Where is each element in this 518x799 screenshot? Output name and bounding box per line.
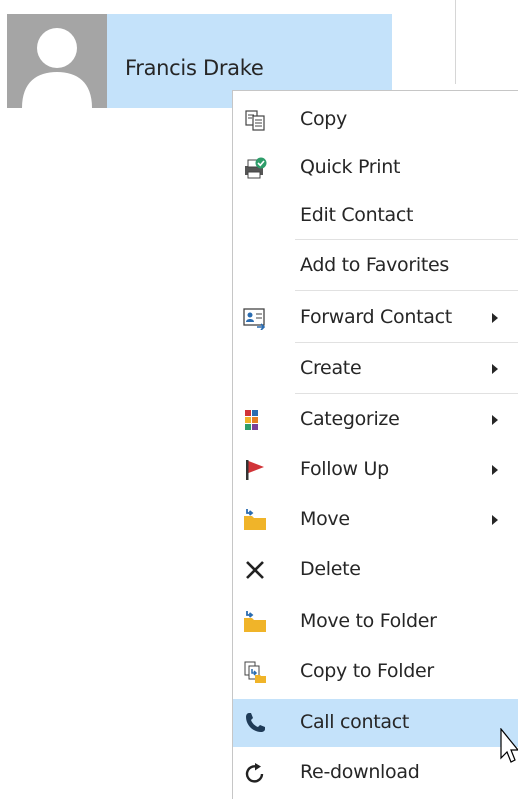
menu-item-re-download[interactable]: Re-download: [233, 749, 518, 797]
menu-item-label: Re-download: [300, 761, 420, 783]
menu-item-label: Forward Contact: [300, 306, 452, 328]
copy-folder-icon: [243, 660, 267, 684]
mouse-cursor-icon: [500, 728, 518, 763]
move-folder-icon: [243, 508, 267, 532]
categorize-icon: [243, 408, 267, 432]
menu-item-add-to-favorites[interactable]: Add to Favorites: [233, 242, 518, 290]
avatar: [7, 14, 107, 108]
menu-item-label: Follow Up: [300, 458, 389, 480]
submenu-arrow-icon: [492, 465, 498, 475]
menu-separator: [295, 239, 518, 240]
menu-item-copy[interactable]: Copy: [233, 96, 518, 144]
menu-item-create[interactable]: Create: [233, 345, 518, 393]
refresh-icon: [243, 761, 267, 785]
menu-separator: [295, 290, 518, 291]
menu-item-edit-contact[interactable]: Edit Contact: [233, 192, 518, 240]
menu-separator: [295, 393, 518, 394]
menu-item-categorize[interactable]: Categorize: [233, 396, 518, 444]
context-menu: Copy Quick Print Edit Contact Add to Fav…: [232, 90, 518, 799]
submenu-arrow-icon: [492, 364, 498, 374]
contact-name: Francis Drake: [125, 56, 264, 80]
move-folder-icon: [243, 610, 267, 634]
menu-separator: [295, 342, 518, 343]
divider: [455, 0, 456, 84]
menu-item-label: Move: [300, 508, 350, 530]
flag-icon: [243, 458, 267, 482]
menu-item-follow-up[interactable]: Follow Up: [233, 446, 518, 494]
menu-item-forward-contact[interactable]: Forward Contact: [233, 294, 518, 342]
menu-item-label: Quick Print: [300, 156, 401, 178]
menu-item-label: Create: [300, 357, 362, 379]
submenu-arrow-icon: [492, 313, 498, 323]
submenu-arrow-icon: [492, 515, 498, 525]
submenu-arrow-icon: [492, 415, 498, 425]
person-placeholder-icon: [22, 28, 92, 108]
menu-item-label: Copy: [300, 108, 347, 130]
menu-item-move-to-folder[interactable]: Move to Folder: [233, 598, 518, 646]
phone-icon: [243, 711, 267, 735]
menu-item-label: Delete: [300, 558, 361, 580]
menu-item-label: Call contact: [300, 711, 410, 733]
forward-contact-icon: [243, 306, 267, 331]
menu-item-call-contact[interactable]: Call contact: [233, 699, 518, 747]
menu-item-delete[interactable]: Delete: [233, 546, 518, 594]
menu-item-label: Edit Contact: [300, 204, 414, 226]
quick-print-icon: [243, 156, 267, 180]
menu-item-move[interactable]: Move: [233, 496, 518, 544]
menu-item-copy-to-folder[interactable]: Copy to Folder: [233, 648, 518, 696]
menu-item-label: Copy to Folder: [300, 660, 434, 682]
menu-item-label: Add to Favorites: [300, 254, 449, 276]
copy-icon: [243, 108, 267, 132]
menu-item-quick-print[interactable]: Quick Print: [233, 144, 518, 192]
menu-item-label: Move to Folder: [300, 610, 437, 632]
menu-item-label: Categorize: [300, 408, 400, 430]
delete-icon: [243, 558, 267, 582]
